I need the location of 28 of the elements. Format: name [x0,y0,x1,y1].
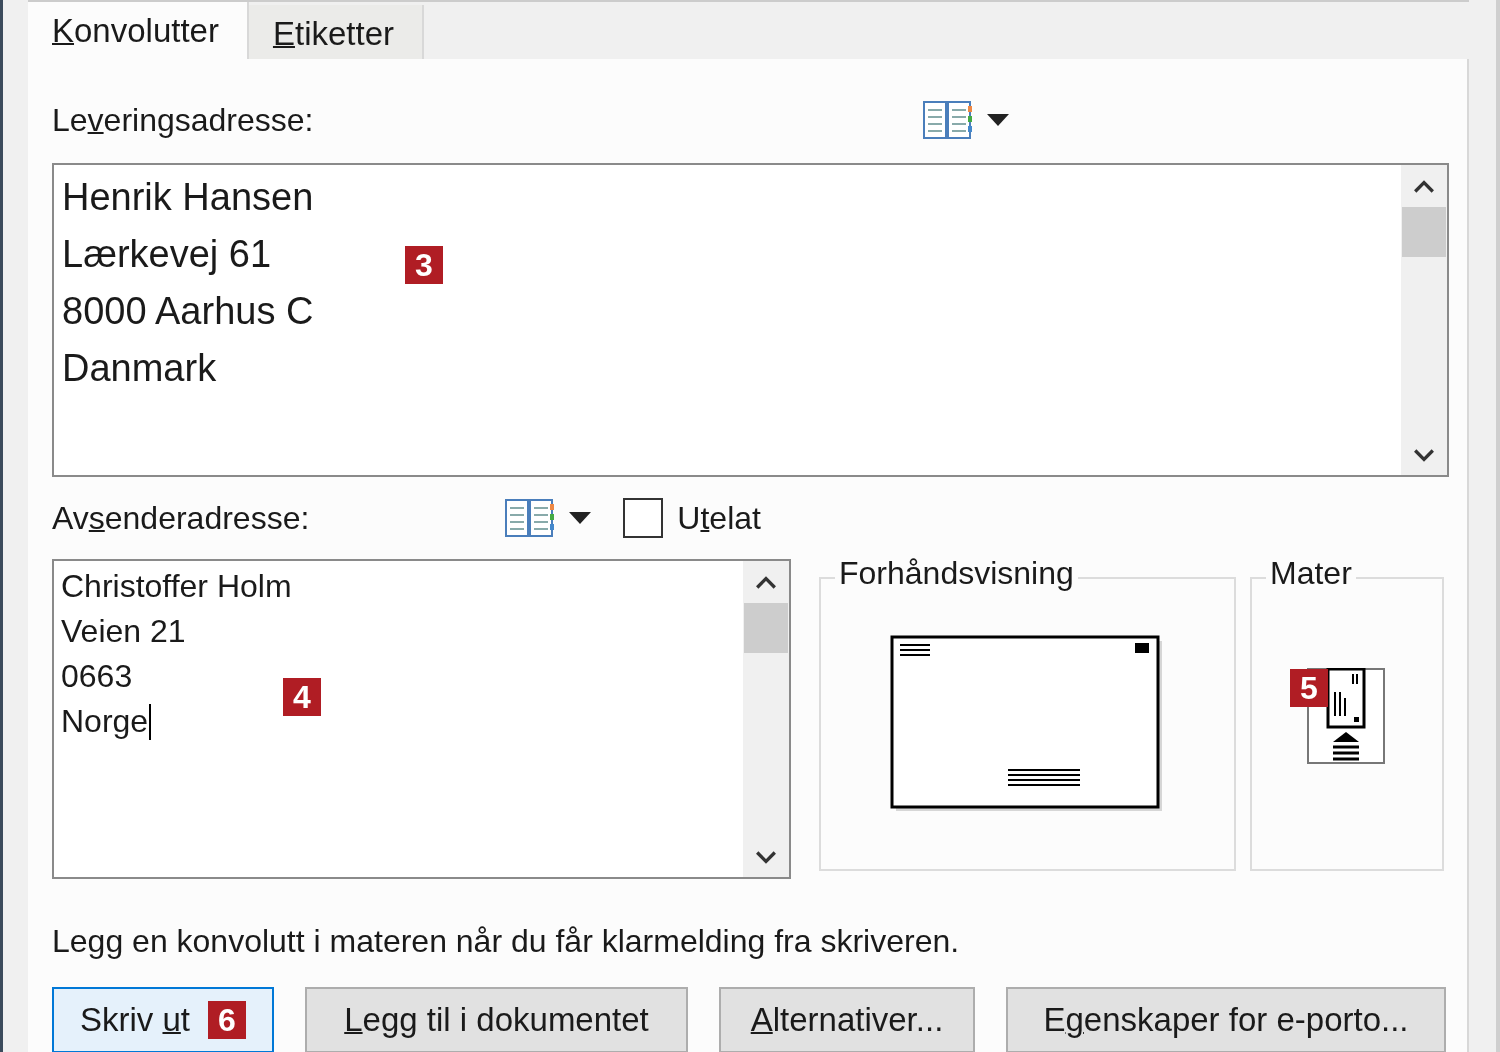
address-book-icon [505,498,556,538]
caret-icon [569,512,592,524]
checkbox[interactable] [623,498,664,538]
field-label: Avsenderadresse: [52,499,310,537]
address-field[interactable]: Henrik Hansen Lærkevej 61 8000 Aarhus C Danmark 3 [52,163,1449,477]
callout-badge: 5 [1290,669,1328,707]
callout-badge: 6 [208,1001,246,1039]
dialog-button[interactable]: Skriv ut 6 [52,987,274,1052]
dialog-button[interactable]: Egenskaper for e-porto... [1006,987,1446,1052]
group-title: Forhåndsvisning [835,555,1078,592]
scroll-thumb[interactable] [1402,207,1446,257]
dialog-button[interactable]: Legg til i dokumentet [305,987,688,1052]
tab[interactable]: Konvolutter [28,2,249,59]
tab[interactable]: Etiketter [248,5,424,59]
instruction-text: Legg en konvolutt i materen når du får klarmelding fra skriveren. [52,923,961,960]
address-book-button[interactable] [921,98,1012,142]
dialog-button[interactable]: Alternativer... [719,987,975,1052]
address-book-icon [923,100,974,140]
scrollbar[interactable] [743,561,789,877]
field-label: Leveringsadresse: [52,101,314,139]
checkbox-label[interactable]: Utelat [677,499,761,537]
address-book-button[interactable] [503,496,594,540]
scroll-thumb[interactable] [744,603,788,653]
callout-badge: 3 [405,246,443,284]
caret-icon [987,114,1010,126]
callout-badge: 4 [283,678,321,716]
address-field[interactable]: Christoffer Holm Veien 21 0663 Norge 4 [52,559,791,879]
scrollbar[interactable] [1401,165,1447,475]
